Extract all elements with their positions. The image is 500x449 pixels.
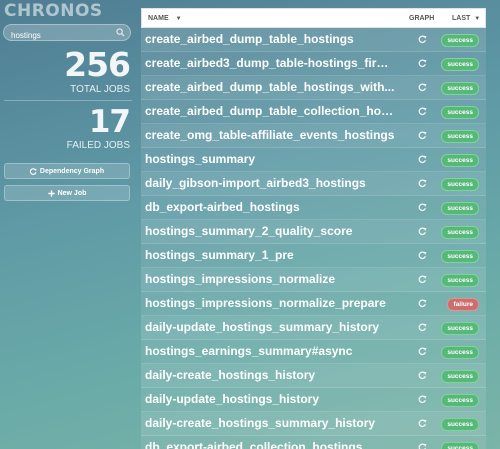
job-name-link[interactable]: create_airbed3_dump_table-hostings_first… bbox=[145, 56, 395, 70]
status-badge: success bbox=[441, 274, 479, 287]
table-row[interactable]: hostings_impressions_normalize_prepare fa… bbox=[141, 292, 486, 316]
column-header-graph: GRAPH bbox=[409, 15, 435, 22]
graph-icon[interactable] bbox=[418, 59, 427, 68]
job-name-link[interactable]: hostings_impressions_normalize bbox=[145, 272, 395, 286]
failed-jobs-count: 17 bbox=[88, 104, 131, 140]
job-name-link[interactable]: db_export-airbed_hostings bbox=[145, 200, 395, 214]
job-name-link[interactable]: create_airbed_dump_table_hostings_with..… bbox=[145, 80, 395, 94]
graph-icon[interactable] bbox=[418, 395, 427, 404]
job-name-link[interactable]: daily-update_hostings_history bbox=[145, 392, 395, 406]
graph-icon[interactable] bbox=[418, 443, 427, 449]
table-row[interactable]: create_airbed_dump_table_collection_hos.… bbox=[141, 100, 486, 124]
graph-icon[interactable] bbox=[418, 155, 427, 164]
graph-icon[interactable] bbox=[418, 227, 427, 236]
job-name-link[interactable]: hostings_earnings_summary#async bbox=[145, 344, 395, 358]
status-badge: success bbox=[441, 394, 479, 407]
graph-icon[interactable] bbox=[418, 419, 427, 428]
search-box[interactable] bbox=[3, 24, 131, 43]
graph-icon[interactable] bbox=[418, 347, 427, 356]
dependency-graph-button[interactable]: Dependency Graph bbox=[4, 163, 130, 179]
total-jobs-count: 256 bbox=[64, 45, 131, 84]
table-body: create_airbed_dump_table_hostings success… bbox=[141, 28, 486, 449]
status-badge: success bbox=[441, 106, 479, 119]
status-badge: success bbox=[441, 130, 479, 143]
table-row[interactable]: hostings_summary success bbox=[141, 148, 486, 172]
table-row[interactable]: db_export-airbed_hostings success bbox=[141, 196, 486, 220]
job-name-link[interactable]: hostings_summary bbox=[145, 152, 395, 166]
status-badge: success bbox=[441, 370, 479, 383]
job-name-link[interactable]: hostings_impressions_normalize_prepare bbox=[145, 296, 395, 310]
caret-down-icon: ▼ bbox=[175, 16, 182, 22]
status-badge: success bbox=[441, 202, 479, 215]
refresh-icon bbox=[29, 167, 37, 175]
status-badge: success bbox=[441, 418, 479, 431]
status-badge: success bbox=[441, 322, 479, 335]
status-badge: success bbox=[441, 178, 479, 191]
app-logo: CHRONOS bbox=[4, 1, 103, 21]
graph-icon[interactable] bbox=[418, 35, 427, 44]
status-badge: failure bbox=[447, 298, 479, 311]
failed-jobs-label: FAILED JOBS bbox=[66, 140, 130, 151]
table-row[interactable]: create_airbed_dump_table_hostings_with..… bbox=[141, 76, 486, 100]
job-name-link[interactable]: daily_gibson-import_airbed3_hostings bbox=[145, 176, 395, 190]
graph-icon[interactable] bbox=[418, 107, 427, 116]
table-row[interactable]: create_omg_table-affiliate_events_hostin… bbox=[141, 124, 486, 148]
status-badge: success bbox=[441, 34, 479, 47]
table-header: NAME ▼ GRAPH LAST ▼ bbox=[141, 8, 486, 28]
table-row[interactable]: daily_gibson-import_airbed3_hostings succ… bbox=[141, 172, 486, 196]
search-icon[interactable] bbox=[116, 28, 125, 37]
graph-icon[interactable] bbox=[418, 203, 427, 212]
table-row[interactable]: hostings_summary_2_quality_score success bbox=[141, 220, 486, 244]
graph-icon[interactable] bbox=[418, 131, 427, 140]
table-row[interactable]: hostings_earnings_summary#async success bbox=[141, 340, 486, 364]
table-row[interactable]: db_export-airbed_collection_hostings succ… bbox=[141, 436, 486, 449]
total-jobs-label: TOTAL JOBS bbox=[70, 84, 130, 95]
last-header-label: LAST bbox=[452, 15, 471, 22]
graph-icon[interactable] bbox=[418, 251, 427, 260]
new-job-label: New Job bbox=[57, 189, 87, 197]
graph-icon[interactable] bbox=[418, 179, 427, 188]
caret-down-icon: ▼ bbox=[474, 16, 481, 22]
graph-icon[interactable] bbox=[418, 83, 427, 92]
status-badge: success bbox=[441, 346, 479, 359]
table-row[interactable]: daily-update_hostings_history success bbox=[141, 388, 486, 412]
job-name-link[interactable]: create_airbed_dump_table_hostings bbox=[145, 32, 395, 46]
table-row[interactable]: hostings_impressions_normalize success bbox=[141, 268, 486, 292]
status-badge: success bbox=[441, 442, 479, 449]
status-badge: success bbox=[441, 154, 479, 167]
graph-icon[interactable] bbox=[418, 371, 427, 380]
column-header-name[interactable]: NAME ▼ bbox=[148, 15, 182, 22]
dependency-graph-label: Dependency Graph bbox=[39, 167, 105, 175]
new-job-button[interactable]: New Job bbox=[4, 185, 130, 201]
job-name-link[interactable]: hostings_summary_2_quality_score bbox=[145, 224, 395, 238]
table-row[interactable]: create_airbed_dump_table_hostings success bbox=[141, 28, 486, 52]
search-input[interactable] bbox=[11, 28, 119, 43]
divider bbox=[4, 100, 132, 101]
job-name-link[interactable]: db_export-airbed_collection_hostings bbox=[145, 440, 395, 449]
status-badge: success bbox=[441, 226, 479, 239]
jobs-table: NAME ▼ GRAPH LAST ▼ create_airbed_dump_t… bbox=[141, 8, 486, 449]
job-name-link[interactable]: daily-create_hostings_summary_history bbox=[145, 416, 395, 430]
job-name-link[interactable]: daily-update_hostings_summary_history bbox=[145, 320, 395, 334]
name-header-label: NAME bbox=[148, 15, 169, 22]
graph-icon[interactable] bbox=[418, 299, 427, 308]
plus-icon bbox=[47, 189, 55, 197]
column-header-last[interactable]: LAST ▼ bbox=[452, 15, 480, 22]
table-row[interactable]: daily-create_hostings_history success bbox=[141, 364, 486, 388]
graph-icon[interactable] bbox=[418, 275, 427, 284]
status-badge: success bbox=[441, 250, 479, 263]
table-row[interactable]: create_airbed3_dump_table-hostings_first… bbox=[141, 52, 486, 76]
job-name-link[interactable]: daily-create_hostings_history bbox=[145, 368, 395, 382]
table-row[interactable]: daily-create_hostings_summary_history suc… bbox=[141, 412, 486, 436]
job-name-link[interactable]: hostings_summary_1_pre bbox=[145, 248, 395, 262]
job-name-link[interactable]: create_omg_table-affiliate_events_hostin… bbox=[145, 128, 395, 142]
graph-icon[interactable] bbox=[418, 323, 427, 332]
status-badge: success bbox=[441, 82, 479, 95]
job-name-link[interactable]: create_airbed_dump_table_collection_hos.… bbox=[145, 104, 395, 118]
table-row[interactable]: hostings_summary_1_pre success bbox=[141, 244, 486, 268]
table-row[interactable]: daily-update_hostings_summary_history suc… bbox=[141, 316, 486, 340]
status-badge: success bbox=[441, 58, 479, 71]
